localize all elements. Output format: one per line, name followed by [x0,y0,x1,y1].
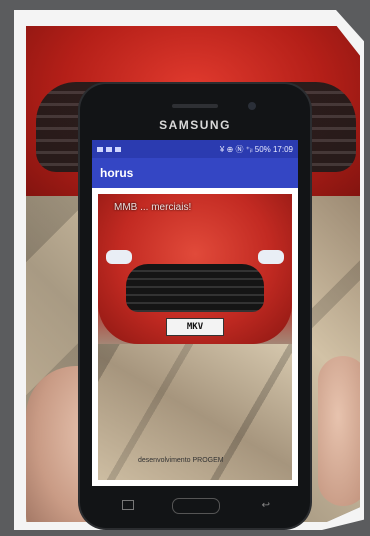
preview-grille [126,264,264,312]
status-right-text: ¥ ⊕ Ⓝ ⁺ᵢₗ 50% 17:09 [219,144,293,154]
notification-icon [97,146,103,152]
camera-preview[interactable]: MKV MMB ... merciais! desenvolvimento PR… [98,194,292,480]
notification-icon [106,146,112,152]
footer-text: desenvolvimento PROGEM [138,457,224,464]
phone-brand: SAMSUNG [159,118,231,132]
notification-icon [115,146,121,152]
headlamp-left [106,250,132,264]
recent-apps-key[interactable] [122,500,134,510]
app-title: horus [100,166,134,180]
app-bar: horus [92,158,298,188]
status-bar: ¥ ⊕ Ⓝ ⁺ᵢₗ 50% 17:09 [92,140,298,158]
home-key[interactable] [172,498,220,514]
hardware-keys: ↩ [80,494,310,518]
status-icons [97,146,121,152]
license-plate: MKV [166,318,224,336]
headlamp-right [258,250,284,264]
overlay-text: MMB ... merciais! [114,202,192,213]
earpiece [172,104,218,108]
front-camera [248,102,256,110]
back-key-icon[interactable]: ↩ [262,500,270,511]
phone-screen: ¥ ⊕ Ⓝ ⁺ᵢₗ 50% 17:09 horus MKV MMB ... me… [92,140,298,486]
smartphone: SAMSUNG ¥ ⊕ Ⓝ ⁺ᵢₗ 50% 17:09 horus MKV MM… [80,84,310,528]
hand-right [318,356,360,506]
